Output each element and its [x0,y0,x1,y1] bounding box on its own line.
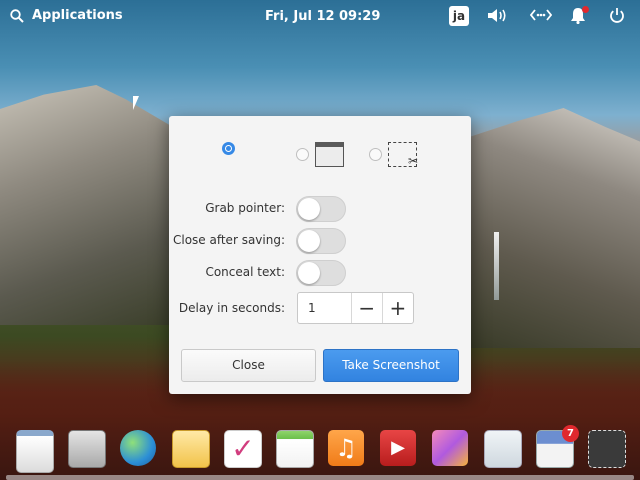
capture-mode-window[interactable] [296,142,344,167]
wallpaper-cliff-left [0,85,175,325]
notification-dot [582,6,589,13]
grab-pointer-switch[interactable] [296,196,346,222]
applications-label: Applications [32,8,123,23]
conceal-text-row: Conceal text: [169,260,471,286]
calendar-icon[interactable] [276,430,314,468]
delay-row: Delay in seconds: 1 − + [169,292,471,324]
window-radio[interactable] [296,148,309,161]
settings-toggle-icon[interactable] [484,430,522,468]
panel-date[interactable]: Fri, Jul 12 [265,9,335,24]
power-icon[interactable] [609,7,625,24]
search-icon [10,8,24,23]
videos-icon[interactable]: ▶ [380,430,416,466]
file-cabinet-icon[interactable] [68,430,106,468]
dock-shelf [6,475,634,480]
wallpaper-cliff-right [470,108,640,348]
app-center-icon[interactable]: 7 [536,425,579,468]
keyboard-layout-indicator[interactable]: ja [449,6,469,26]
top-panel: Applications Fri, Jul 12 09:29 ja [0,0,640,32]
files-window-icon[interactable] [16,430,54,473]
web-browser-icon[interactable] [120,430,156,466]
switch-knob [298,262,320,284]
mail-icon[interactable] [172,430,210,468]
window-capture-icon [315,142,344,167]
switch-knob [298,230,320,252]
capture-mode-area[interactable]: ✂ [369,142,418,168]
switch-knob [298,198,320,220]
notifications-indicator[interactable] [570,6,589,28]
conceal-text-label: Conceal text: [205,265,285,279]
close-button[interactable]: Close [181,349,316,382]
volume-icon[interactable] [487,7,509,24]
capture-mode-screen[interactable] [222,142,235,155]
grab-pointer-label: Grab pointer: [205,201,285,215]
screenshot-dialog: ✂ Grab pointer: Close after saving: Conc… [169,116,471,394]
close-after-saving-label: Close after saving: [172,233,285,247]
close-after-saving-switch[interactable] [296,228,346,254]
network-icon[interactable] [530,7,552,23]
delay-increase-button[interactable]: + [383,293,413,323]
take-screenshot-button[interactable]: Take Screenshot [323,349,459,382]
applications-menu[interactable]: Applications [10,8,123,23]
dock: ✓ ♫ ▶ 7 [6,420,634,480]
screen-radio[interactable] [222,142,235,155]
panel-time[interactable]: 09:29 [339,9,380,24]
delay-decrease-button[interactable]: − [352,293,383,323]
grab-pointer-row: Grab pointer: [169,196,471,222]
delay-spinbutton[interactable]: 1 − + [297,292,414,324]
screenshot-icon[interactable] [588,430,626,468]
wallpaper-waterfall [494,232,499,300]
area-capture-icon: ✂ [388,142,418,168]
tasks-icon[interactable]: ✓ [224,430,262,468]
conceal-text-switch[interactable] [296,260,346,286]
mouse-pointer [133,96,139,110]
delay-value[interactable]: 1 [298,293,352,323]
music-icon[interactable]: ♫ [328,430,364,466]
area-radio[interactable] [369,148,382,161]
close-after-saving-row: Close after saving: [169,228,471,254]
scissors-icon: ✂ [407,154,418,168]
delay-label: Delay in seconds: [178,301,285,315]
photos-icon[interactable] [432,430,468,466]
app-center-badge: 7 [562,425,579,442]
